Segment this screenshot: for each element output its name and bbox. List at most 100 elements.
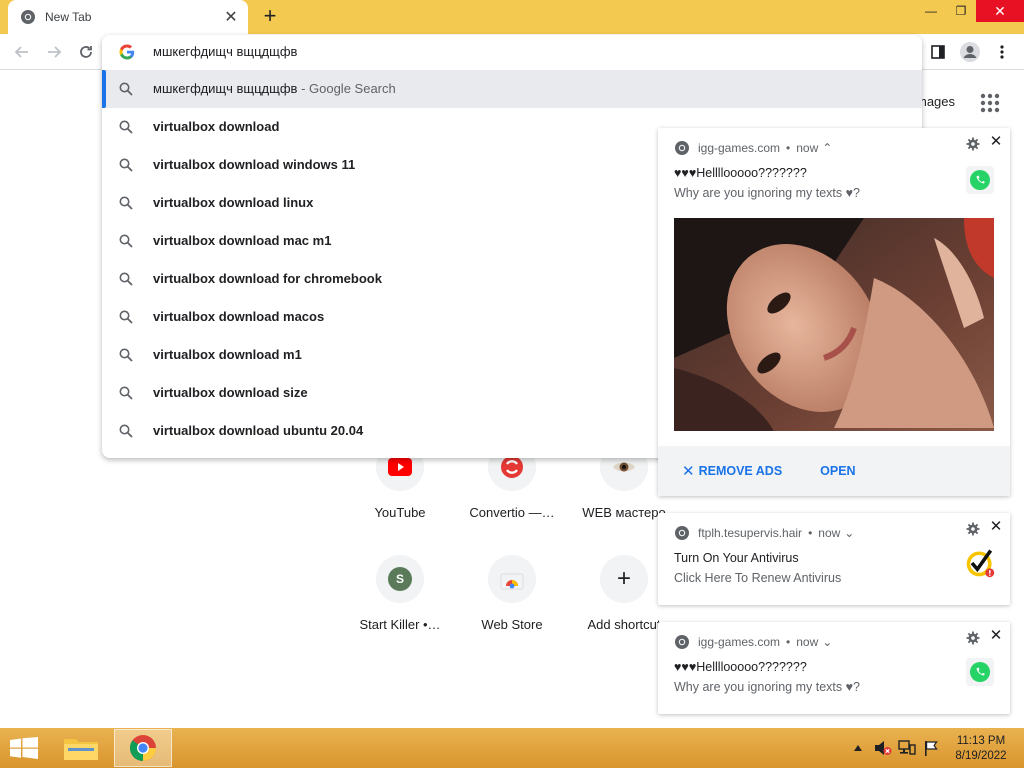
chevron-down-icon[interactable]: ⌄ [822,635,832,649]
shortcut-web-store[interactable]: Web Store [456,555,568,632]
plus-icon: + [616,565,631,592]
forward-button[interactable] [42,40,66,64]
apps-grid-icon[interactable] [980,93,1000,113]
suggestion-text: virtualbox download windows 11 [153,157,356,172]
gear-icon[interactable] [966,522,980,536]
tab-title: New Tab [45,10,92,24]
close-tab-icon[interactable]: ✕ [222,8,240,26]
back-button[interactable] [10,40,34,64]
reload-icon [80,46,92,58]
suggestion-text: virtualbox download size [153,385,308,400]
menu-button[interactable] [990,40,1014,64]
search-icon [119,234,133,248]
profile-button[interactable] [958,40,982,64]
notification-source: ftplh.tesupervis.hair [698,526,803,540]
notification-actions: ✕ REMOVE ADS OPEN [658,446,1010,496]
suggestion-text: virtualbox download [153,119,280,134]
suggestion-text: virtualbox download linux [153,195,314,210]
close-icon[interactable]: ✕ [988,628,1004,644]
open-label: OPEN [820,464,856,478]
arrow-left-icon [14,46,28,58]
restore-button[interactable]: ❐ [946,0,976,22]
search-icon [119,310,133,324]
close-icon[interactable]: ✕ [988,134,1004,150]
chrome-icon [675,141,689,155]
search-icon [119,120,133,134]
clock-time: 11:13 PM [956,735,1006,747]
network-icon [898,740,916,755]
shortcut-tile [488,555,536,603]
search-icon [119,82,133,96]
youtube-icon [388,458,412,476]
gear-icon[interactable] [966,137,980,151]
letter-s-icon: S [388,567,412,591]
notification-bullet: • [786,635,791,649]
reload-button[interactable] [74,40,98,64]
suggestion-query: мшкегфдищч вщцдщфв [153,81,298,96]
web-store-icon [500,573,524,590]
tab-new-tab[interactable]: New Tab ✕ [8,0,248,34]
new-tab-button[interactable]: + [258,5,282,29]
kebab-menu-icon [1000,45,1004,59]
shortcut-label: Convertio —… [469,505,555,520]
minimize-button[interactable]: — [916,0,946,22]
search-icon [119,348,133,362]
search-icon [119,386,133,400]
search-icon [119,424,133,438]
notification-time: now [796,635,819,649]
suggestion-item[interactable]: мшкегфдищч вщцдщфв - Google Search [102,70,922,108]
side-panel-button[interactable] [926,40,950,64]
close-icon[interactable]: ✕ [988,519,1004,535]
arrow-right-icon [48,46,62,58]
shortcut-label: Web Store [481,617,543,632]
open-button[interactable]: OPEN [820,464,855,478]
chevron-up-icon[interactable]: ⌃ [822,141,832,155]
chevron-down-icon[interactable]: ⌄ [844,526,854,540]
eye-icon [613,462,635,472]
gear-icon[interactable] [966,631,980,645]
notification-igg-games[interactable]: igg-games.com • now ⌄ ✕ ♥♥♥Hellllooooo??… [658,622,1010,714]
shortcut-tile: + [600,555,648,603]
clock-date: 8/19/2022 [955,750,1007,762]
notification-antivirus[interactable]: ftplh.tesupervis.hair • now ⌄ ✕ Turn On … [658,513,1010,605]
tray-volume-button[interactable] [873,740,893,756]
shortcut-label: Start Killer •… [359,617,441,632]
shortcut-start-killer[interactable]: S Start Killer •… [344,555,456,632]
notification-source: igg-games.com [698,141,781,155]
notification-thumbnail [964,547,996,579]
windows-start-icon[interactable] [10,737,38,759]
omnibox-input[interactable]: мшкегфдищч вщцдщфв [102,35,922,69]
taskbar-clock[interactable]: 11:13 PM 8/19/2022 [948,734,1014,764]
file-explorer-icon[interactable] [62,734,100,762]
taskbar-chrome-button[interactable] [114,729,172,767]
title-bar: New Tab ✕ + — ❐ ✕ [0,0,1024,34]
suggestion-suffix: - Google Search [297,81,396,96]
window-close-button[interactable]: ✕ [976,0,1024,22]
tray-expand-button[interactable] [852,740,864,756]
antivirus-check-icon [966,549,995,578]
remove-ads-label: REMOVE ADS [698,464,783,478]
tray-network-button[interactable] [897,740,917,756]
chrome-icon [21,10,35,24]
remove-ads-button[interactable]: ✕ REMOVE ADS [682,462,782,480]
suggestion-text: virtualbox download for chromebook [153,271,382,286]
suggestion-text: мшкегфдищч вщцдщфв - Google Search [153,81,396,96]
notification-body: Click Here To Renew Antivirus [674,571,842,585]
notification-igg-games-expanded[interactable]: igg-games.com • now ⌃ ✕ ♥♥♥Hellllooooo??… [658,128,1010,496]
chrome-icon [129,735,156,762]
notification-title: ♥♥♥Hellllooooo??????? [674,660,807,674]
convertio-icon [501,456,523,478]
omnibox-text[interactable]: мшкегфдищч вщцдщфв [153,44,297,59]
volume-muted-icon [875,741,892,755]
notification-body: Why are you ignoring my texts ♥? [674,186,860,200]
suggestion-text: virtualbox download m1 [153,347,302,362]
tray-action-center-button[interactable] [921,740,941,756]
search-icon [119,196,133,210]
side-panel-icon [931,45,945,59]
flag-icon [925,741,938,756]
notification-thumbnail [964,164,996,196]
notification-body: Why are you ignoring my texts ♥? [674,680,860,694]
notification-title: Turn On Your Antivirus [674,551,799,565]
shortcut-label: YouTube [374,505,426,520]
whatsapp-icon [966,658,994,686]
